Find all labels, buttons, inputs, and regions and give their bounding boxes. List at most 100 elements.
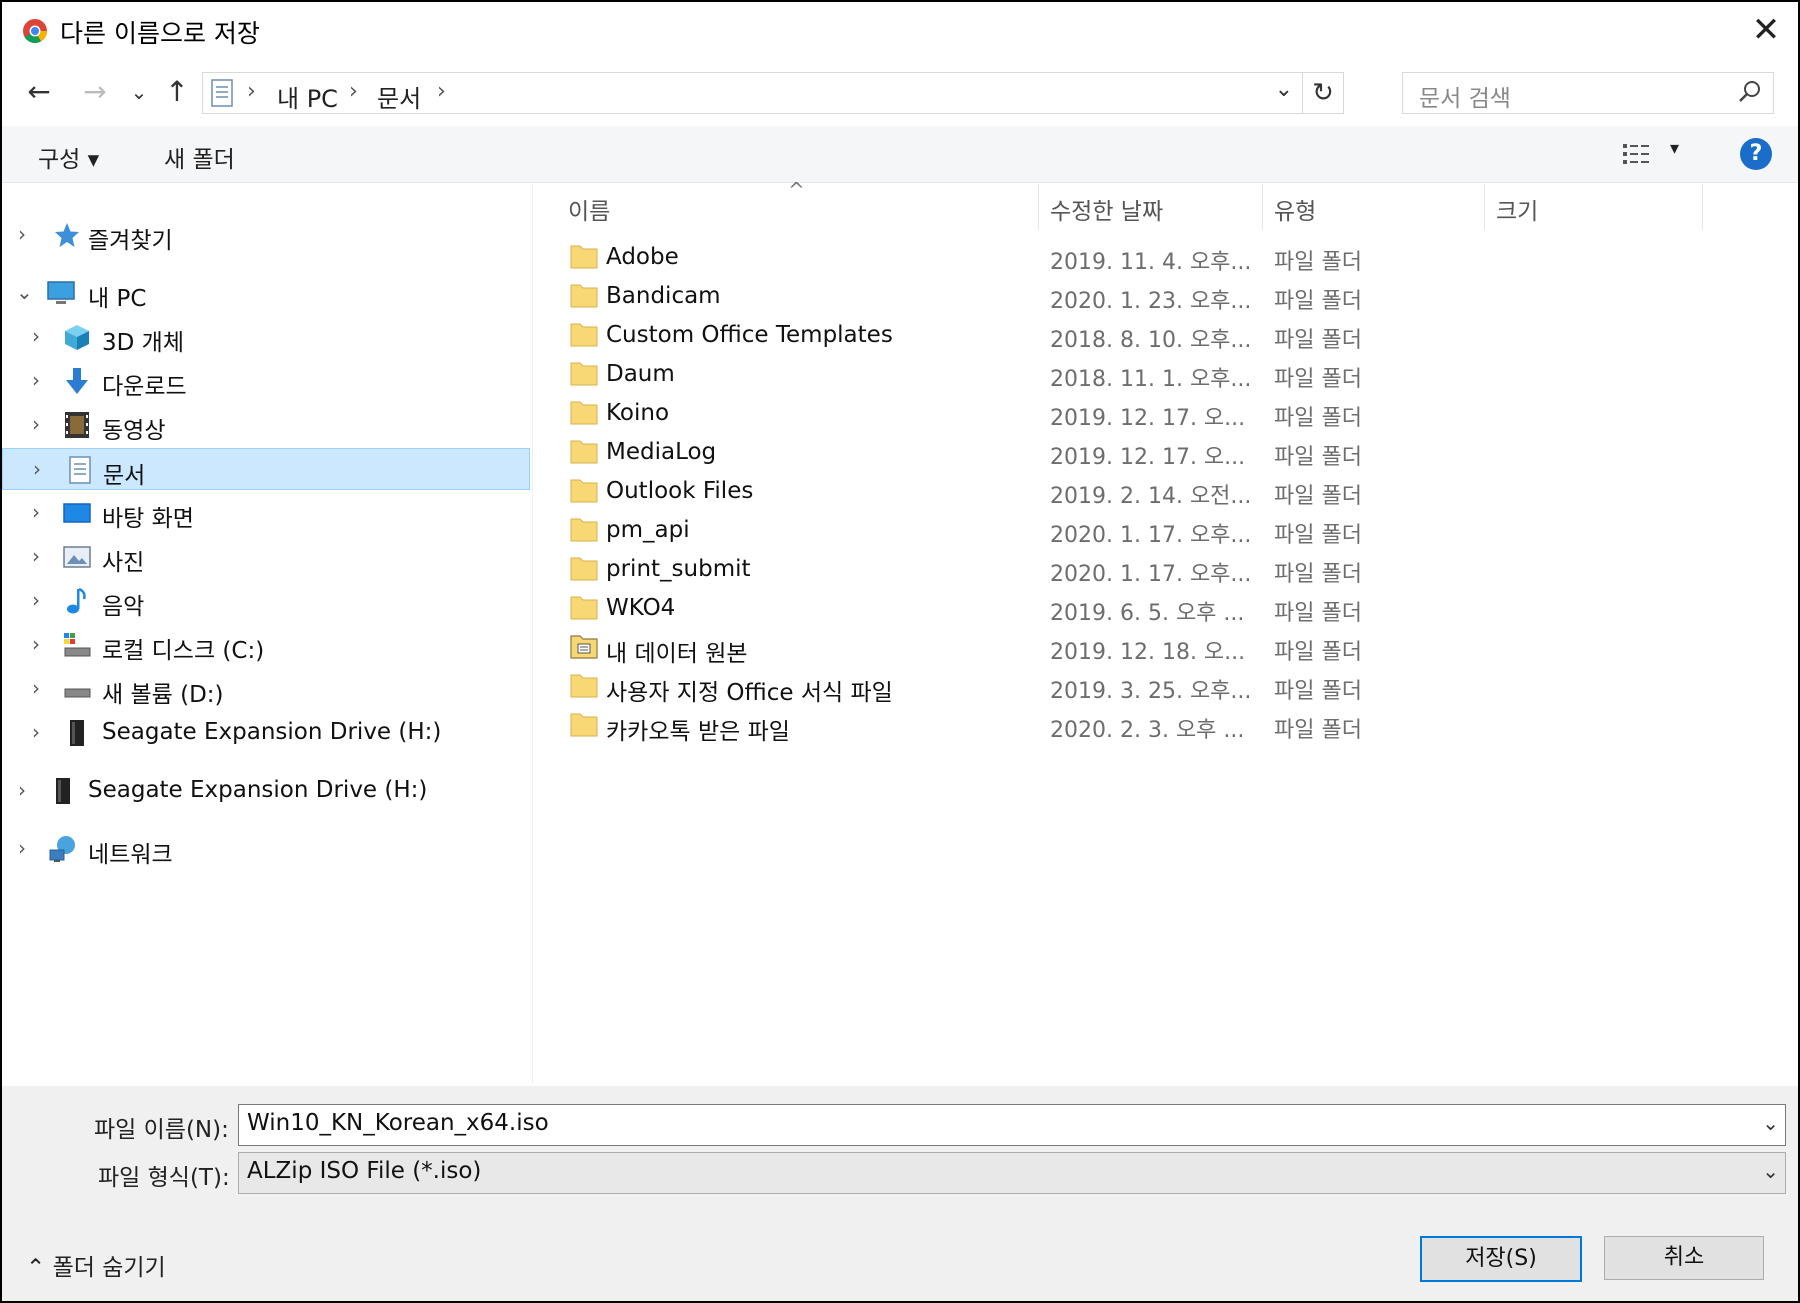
table-row[interactable]: pm_api 2020. 1. 17. 오후... 파일 폴더 [534,511,1634,549]
chevron-right-icon[interactable]: › [32,544,40,568]
file-type: 파일 폴더 [1274,523,1362,548]
view-options-icon[interactable] [1622,142,1654,166]
chevron-right-icon[interactable]: › [18,836,26,860]
sidebar-item-seagate-drive-root[interactable]: › Seagate Expansion Drive (H:) [2,770,530,812]
file-date: 2019. 6. 5. 오후 ... [1050,601,1245,626]
breadcrumb-documents[interactable]: 문서 [377,79,421,114]
folder-icon [570,362,598,386]
chevron-right-icon[interactable]: › [32,632,40,656]
table-row[interactable]: 카카오톡 받은 파일 2020. 2. 3. 오후 ... 파일 폴더 [534,706,1634,745]
chevron-down-icon[interactable]: ⌄ [16,280,33,304]
sidebar-item-seagate-drive[interactable]: › Seagate Expansion Drive (H:) [2,712,530,754]
file-name: WKO4 [606,595,676,621]
folder-icon [570,518,598,542]
table-row[interactable]: 사용자 지정 Office 서식 파일 2019. 3. 25. 오후... 파… [534,667,1634,706]
sidebar-item-volume-d[interactable]: › 새 볼륨 (D:) [2,668,530,710]
folder-icon [570,401,598,425]
table-row[interactable]: Daum 2018. 11. 1. 오후... 파일 폴더 [534,355,1634,393]
title-bar: 다른 이름으로 저장 ✕ [2,2,1798,60]
column-header-date[interactable]: 수정한 날짜 [1050,192,1163,226]
table-row[interactable]: Outlook Files 2019. 2. 14. 오전... 파일 폴더 [534,472,1634,510]
column-header-size[interactable]: 크기 [1496,192,1538,226]
window-title: 다른 이름으로 저장 [60,19,260,48]
folder-icon [570,323,598,347]
filename-value[interactable]: Win10_KN_Korean_x64.iso [247,1110,549,1136]
file-type: 파일 폴더 [1274,640,1362,665]
sidebar-item-network[interactable]: › 네트워크 [2,828,530,870]
sidebar-item-my-pc[interactable]: ⌄ 내 PC [2,272,530,314]
save-as-dialog: 다른 이름으로 저장 ✕ ← → ⌄ ↑ › 내 PC › 문서 › ⌄ ↻ 문… [0,0,1800,1303]
table-row[interactable]: Adobe 2019. 11. 4. 오후... 파일 폴더 [534,238,1634,276]
refresh-button[interactable]: ↻ [1302,73,1343,113]
sidebar-item-label: Seagate Expansion Drive (H:) [102,719,442,745]
chevron-right-icon[interactable]: › [32,412,40,436]
sidebar-item-desktop[interactable]: › 바탕 화면 [2,492,530,534]
save-panel: 파일 이름(N): Win10_KN_Korean_x64.iso ⌄ 파일 형… [2,1086,1798,1301]
search-input[interactable]: 문서 검색 [1402,72,1774,114]
file-type: 파일 폴더 [1274,445,1362,470]
column-header-type[interactable]: 유형 [1274,192,1316,226]
chevron-right-icon[interactable]: › [18,222,26,246]
chevron-right-icon[interactable]: › [32,720,40,744]
organize-button[interactable]: 구성 ▾ [38,140,99,174]
table-row[interactable]: Koino 2019. 12. 17. 오... 파일 폴더 [534,394,1634,432]
save-button[interactable]: 저장(S) [1420,1236,1582,1282]
table-row[interactable]: Bandicam 2020. 1. 23. 오후... 파일 폴더 [534,277,1634,315]
chevron-right-icon[interactable]: › [18,778,26,802]
chevron-right-icon[interactable]: › [32,324,40,348]
table-row[interactable]: print_submit 2020. 1. 17. 오후... 파일 폴더 [534,550,1634,588]
table-row[interactable]: WKO4 2019. 6. 5. 오후 ... 파일 폴더 [534,589,1634,627]
chevron-right-icon[interactable]: › [32,588,40,612]
forward-button[interactable]: → [78,74,112,110]
column-divider[interactable] [1702,184,1703,230]
document-folder-icon [211,79,233,107]
chevron-down-icon[interactable]: ⌄ [1762,1111,1779,1135]
hide-folders-toggle[interactable]: ⌃ 폴더 숨기기 [26,1248,166,1282]
chevron-down-icon[interactable]: ⌄ [1762,1159,1779,1183]
chevron-right-icon[interactable]: › [33,457,41,481]
address-bar[interactable]: › 내 PC › 문서 › ⌄ ↻ [202,72,1344,114]
chevron-right-icon[interactable]: › [32,676,40,700]
column-divider[interactable] [1038,184,1039,230]
file-date: 2019. 11. 4. 오후... [1050,250,1252,275]
table-row[interactable]: MediaLog 2019. 12. 17. 오... 파일 폴더 [534,433,1634,471]
recent-locations-button[interactable]: ⌄ [122,74,156,110]
sidebar-item-favorites[interactable]: › 즐겨찾기 [2,214,530,256]
sidebar-item-local-disk-c[interactable]: › 로컬 디스크 (C:) [2,624,530,666]
filename-field[interactable]: Win10_KN_Korean_x64.iso ⌄ [238,1104,1786,1146]
sidebar-item-videos[interactable]: › 동영상 [2,404,530,446]
sidebar-item-label: Seagate Expansion Drive (H:) [88,777,428,803]
chevron-right-icon[interactable]: › [32,368,40,392]
table-row[interactable]: Custom Office Templates 2018. 8. 10. 오후.… [534,316,1634,354]
sidebar-item-downloads[interactable]: › 다운로드 [2,360,530,402]
filetype-select[interactable]: ALZip ISO File (*.iso) ⌄ [238,1152,1786,1194]
sidebar-item-3d-objects[interactable]: › 3D 개체 [2,316,530,358]
search-placeholder: 문서 검색 [1419,86,1511,112]
address-dropdown-icon[interactable]: ⌄ [1275,77,1293,102]
chevron-right-icon[interactable]: › [32,500,40,524]
sidebar-item-pictures[interactable]: › 사진 [2,536,530,578]
column-divider[interactable] [1484,184,1485,230]
help-icon[interactable]: ? [1740,138,1772,170]
sidebar-item-label: 새 볼륨 (D:) [102,682,224,708]
sidebar-item-label: 3D 개체 [102,330,184,356]
sidebar-item-documents[interactable]: › 문서 [2,448,530,490]
file-list: ^ 이름 수정한 날짜 유형 크기 Adobe 2019. 11. 4. 오후.… [534,178,1798,1084]
sidebar-item-label: 동영상 [102,418,166,444]
music-icon [67,587,86,614]
file-type: 파일 폴더 [1274,601,1362,626]
column-divider[interactable] [1262,184,1263,230]
file-name: 사용자 지정 Office 서식 파일 [606,680,893,706]
file-name: pm_api [606,517,690,543]
column-header-name[interactable]: 이름 [568,192,610,226]
cancel-button[interactable]: 취소 [1604,1236,1764,1280]
view-dropdown-icon[interactable]: ▾ [1670,138,1679,159]
up-button[interactable]: ↑ [160,74,194,110]
document-icon [69,456,91,484]
back-button[interactable]: ← [22,74,56,110]
new-folder-button[interactable]: 새 폴더 [164,140,235,174]
table-row[interactable]: 내 데이터 원본 2019. 12. 18. 오... 파일 폴더 [534,628,1634,667]
breadcrumb-my-pc[interactable]: 내 PC [277,79,338,114]
sidebar-item-music[interactable]: › 음악 [2,580,530,622]
close-button[interactable]: ✕ [1744,8,1788,52]
